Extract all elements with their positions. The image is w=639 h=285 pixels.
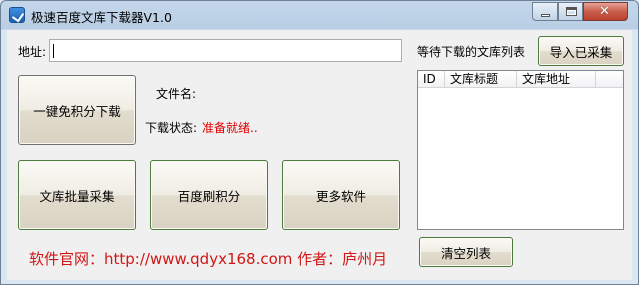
import-collected-button[interactable]: 导入已采集 (538, 36, 624, 66)
status-label: 下载状态: (145, 121, 198, 135)
file-name-label: 文件名: (156, 87, 197, 101)
text-caret (53, 43, 54, 58)
footer-credits: 软件官网：http://www.qdyx168.com 作者：庐州月 (29, 250, 388, 268)
close-button[interactable]: ✕ (583, 2, 628, 21)
clear-list-button[interactable]: 清空列表 (419, 237, 513, 267)
minimize-button[interactable] (532, 2, 558, 21)
client-area: 地址: 等待下载的文库列表 导入已采集 一键免积分下载 文件名: 下载状态: 准… (7, 30, 632, 280)
status-value: 准备就绪.. (202, 121, 258, 135)
maximize-icon (566, 7, 577, 16)
list-caption: 等待下载的文库列表 (417, 45, 526, 59)
app-window: 极速百度文库下载器V1.0 ✕ 地址: 等待下载的文库列表 导入已采集 一键免积… (0, 0, 639, 285)
download-list[interactable]: ID 文库标题 文库地址 (417, 70, 624, 230)
list-header: ID 文库标题 文库地址 (418, 71, 623, 88)
close-icon: ✕ (599, 4, 610, 19)
column-header-title[interactable]: 文库标题 (445, 71, 517, 87)
baidu-points-button[interactable]: 百度刷积分 (150, 160, 268, 230)
minimize-icon (541, 14, 550, 17)
title-bar[interactable]: 极速百度文库下载器V1.0 ✕ (1, 1, 638, 29)
column-header-id[interactable]: ID (418, 71, 445, 87)
free-download-button[interactable]: 一键免积分下载 (18, 75, 136, 145)
address-input[interactable] (49, 39, 402, 62)
address-label: 地址: (18, 45, 47, 59)
more-software-button[interactable]: 更多软件 (282, 160, 400, 230)
app-icon (9, 7, 25, 23)
column-header-url[interactable]: 文库地址 (517, 71, 596, 87)
window-title: 极速百度文库下载器V1.0 (31, 10, 172, 25)
batch-collect-button[interactable]: 文库批量采集 (18, 160, 136, 230)
column-header-empty (596, 71, 623, 87)
maximize-button[interactable] (558, 2, 583, 21)
